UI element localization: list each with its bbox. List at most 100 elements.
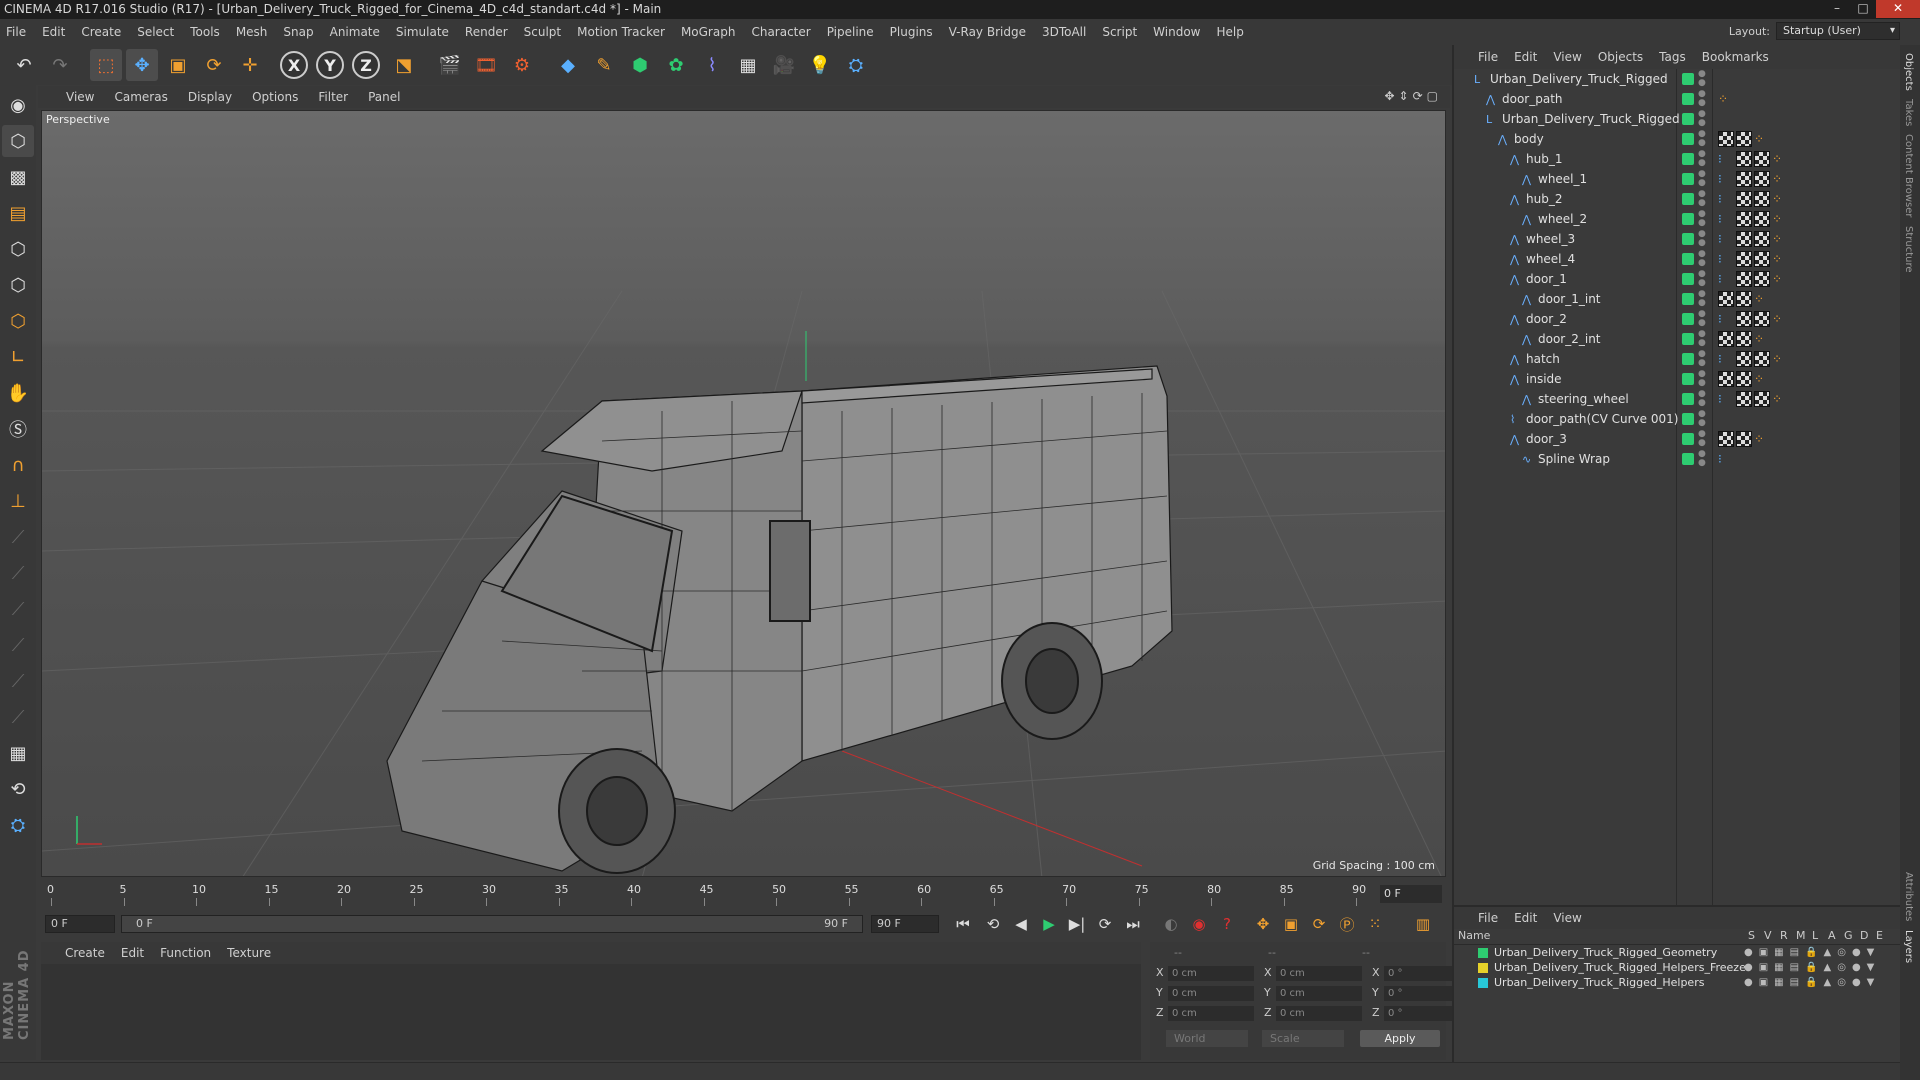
visibility-dots-icon[interactable]: ● ● [1698, 90, 1706, 108]
undo-icon[interactable]: ↶ [8, 49, 40, 81]
visibility-dots-icon[interactable]: ● ● [1698, 390, 1706, 408]
xpresso-tag-icon[interactable]: ⁘ [1718, 91, 1734, 107]
size-y-field[interactable]: 0 cm [1276, 986, 1362, 1001]
visibility-dots-icon[interactable]: ● ● [1698, 350, 1706, 368]
menu-motion-tracker[interactable]: Motion Tracker [577, 25, 665, 39]
layer-color-icon[interactable] [1682, 213, 1694, 225]
texture-tag-icon[interactable] [1754, 191, 1770, 207]
array-icon[interactable]: ✿ [660, 49, 692, 81]
material-tag-icon[interactable] [1736, 231, 1752, 247]
material-menu-texture[interactable]: Texture [227, 946, 271, 960]
material-tag-icon[interactable] [1736, 391, 1752, 407]
rotation-y-field[interactable]: 0 ° [1384, 986, 1454, 1001]
minimize-button[interactable]: – [1824, 0, 1850, 18]
brush-2-icon[interactable]: ⟋ [2, 557, 34, 589]
axis-lock-icon[interactable]: ⊥ [2, 485, 34, 517]
xpresso-tag-icon[interactable]: ⁘ [1754, 371, 1770, 387]
texture-tag-icon[interactable] [1754, 311, 1770, 327]
deformer-icon[interactable]: ⌇ [696, 49, 728, 81]
material-tag-icon[interactable] [1718, 291, 1734, 307]
render-view-icon[interactable]: 🎬 [434, 49, 466, 81]
texture-tag-icon[interactable] [1754, 151, 1770, 167]
layer-color-icon[interactable] [1682, 233, 1694, 245]
go-to-start-icon[interactable]: ⏮ [951, 913, 975, 935]
object-row[interactable]: ⋀ door_1_int ● ● ⁘ [1454, 289, 1902, 309]
floor-icon[interactable]: ▦ [732, 49, 764, 81]
menu-mograph[interactable]: MoGraph [681, 25, 736, 39]
layer-color-icon[interactable] [1682, 273, 1694, 285]
xpresso-tag-icon[interactable]: ⁘ [1772, 171, 1788, 187]
pen-spline-icon[interactable]: ✎ [588, 49, 620, 81]
size-x-field[interactable]: 0 cm [1276, 966, 1362, 981]
object-row[interactable]: ⌇ door_path(CV Curve 001) ● ● [1454, 409, 1902, 429]
layer-color-icon[interactable] [1682, 293, 1694, 305]
visibility-dots-icon[interactable]: ● ● [1698, 370, 1706, 388]
layer-color-icon[interactable] [1682, 253, 1694, 265]
uvw-tag-icon[interactable]: ⁝ [1718, 391, 1734, 407]
menu-render[interactable]: Render [465, 25, 508, 39]
menu-edit[interactable]: Edit [42, 25, 65, 39]
visibility-dots-icon[interactable]: ● ● [1698, 250, 1706, 268]
material-tag-icon[interactable] [1736, 351, 1752, 367]
brush-5-icon[interactable]: ⟋ [2, 665, 34, 697]
y-axis-lock-icon[interactable]: Y [316, 51, 344, 79]
uvw-tag-icon[interactable]: ⁝ [1718, 231, 1734, 247]
autokey-icon[interactable]: ◉ [1187, 913, 1211, 935]
x-axis-lock-icon[interactable]: X [280, 51, 308, 79]
uvw-tag-icon[interactable]: ⁝ [1718, 451, 1734, 467]
workplane-icon[interactable]: ▤ [2, 197, 34, 229]
material-tag-icon[interactable] [1736, 191, 1752, 207]
redo-icon[interactable]: ↷ [44, 49, 76, 81]
points-mode-icon[interactable]: ⬡ [2, 233, 34, 265]
material-tag-icon[interactable] [1718, 431, 1734, 447]
uvw-tag-icon[interactable]: ⁝ [1718, 151, 1734, 167]
menu-character[interactable]: Character [751, 25, 810, 39]
object-row[interactable]: ∿ Spline Wrap ● ● ⁝ [1454, 449, 1902, 469]
xpresso-tag-icon[interactable]: ⁘ [1772, 191, 1788, 207]
xpresso-tag-icon[interactable]: ⁘ [1772, 151, 1788, 167]
rotation-z-field[interactable]: 0 ° [1384, 1006, 1454, 1021]
material-tag-icon[interactable] [1718, 331, 1734, 347]
visibility-dots-icon[interactable]: ● ● [1698, 450, 1706, 468]
material-tag-icon[interactable] [1736, 311, 1752, 327]
timeline-window-icon[interactable]: ▥ [1411, 913, 1435, 935]
visibility-dots-icon[interactable]: ● ● [1698, 310, 1706, 328]
scale-tool-icon[interactable]: ▣ [162, 49, 194, 81]
key-position-icon[interactable]: ✥ [1251, 913, 1275, 935]
texture-tag-icon[interactable] [1736, 131, 1752, 147]
size-mode-select[interactable]: Scale [1262, 1030, 1344, 1047]
transform-tool-icon[interactable]: ✛ [234, 49, 266, 81]
texture-tag-icon[interactable] [1736, 331, 1752, 347]
layout-dropdown[interactable]: Startup (User) [1776, 22, 1900, 40]
brush-3-icon[interactable]: ⟋ [2, 593, 34, 625]
grid-icon[interactable]: ▦ [2, 737, 34, 769]
layer-color-icon[interactable] [1682, 73, 1694, 85]
material-menu-create[interactable]: Create [65, 946, 105, 960]
viewport-menu-view[interactable]: View [66, 90, 94, 104]
menu-simulate[interactable]: Simulate [396, 25, 449, 39]
menu-file[interactable]: File [6, 25, 26, 39]
key-scale-icon[interactable]: ▣ [1279, 913, 1303, 935]
texture-tag-icon[interactable] [1754, 171, 1770, 187]
3d-viewport[interactable]: Perspective Grid Spacing: 100 cm [41, 110, 1446, 877]
z-axis-lock-icon[interactable]: Z [352, 51, 380, 79]
texture-tag-icon[interactable] [1736, 431, 1752, 447]
uvw-tag-icon[interactable]: ⁝ [1718, 271, 1734, 287]
material-tag-icon[interactable] [1736, 171, 1752, 187]
menu-window[interactable]: Window [1153, 25, 1200, 39]
menu-snap[interactable]: Snap [283, 25, 313, 39]
visibility-dots-icon[interactable]: ● ● [1698, 290, 1706, 308]
layer-color-icon[interactable] [1682, 453, 1694, 465]
layer-menu-edit[interactable]: Edit [1514, 911, 1537, 925]
object-row[interactable]: ⋀ door_2_int ● ● ⁘ [1454, 329, 1902, 349]
visibility-dots-icon[interactable]: ● ● [1698, 410, 1706, 428]
texture-tag-icon[interactable] [1754, 211, 1770, 227]
object-row[interactable]: ⋀ wheel_4 ● ● ⁝ ⁘ [1454, 249, 1902, 269]
visibility-dots-icon[interactable]: ● ● [1698, 70, 1706, 88]
xpresso-tag-icon[interactable]: ⁘ [1772, 211, 1788, 227]
visibility-dots-icon[interactable]: ● ● [1698, 110, 1706, 128]
render-settings-icon[interactable]: ⚙ [506, 49, 538, 81]
menu-mesh[interactable]: Mesh [236, 25, 268, 39]
render-picture-viewer-icon[interactable]: 🎞 [470, 49, 502, 81]
object-row[interactable]: ⋀ hub_2 ● ● ⁝ ⁘ [1454, 189, 1902, 209]
